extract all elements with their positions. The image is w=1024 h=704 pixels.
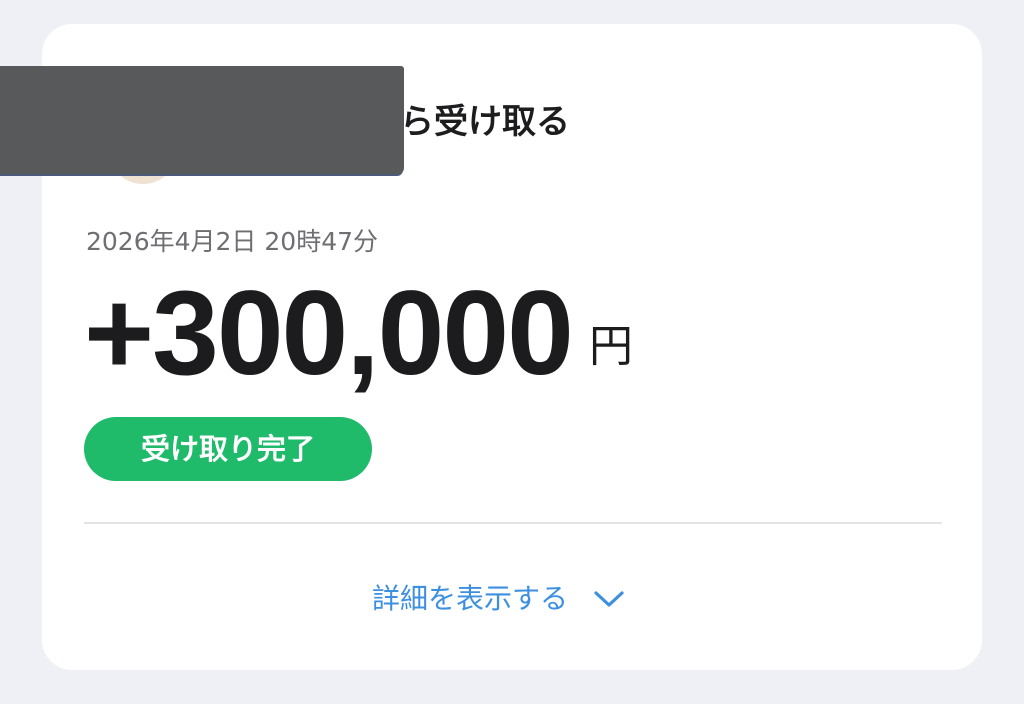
status-badge: 受け取り完了 — [84, 417, 372, 481]
show-details-button[interactable]: 詳細を表示する — [372, 576, 626, 622]
chevron-down-icon — [594, 591, 624, 607]
redaction-overlay — [0, 66, 404, 174]
transaction-title: ら受け取る — [400, 102, 570, 142]
show-details-label: 詳細を表示する — [372, 582, 569, 615]
divider — [84, 522, 942, 524]
transaction-datetime: 2026年4月2日 20時47分 — [86, 227, 379, 256]
amount-row: +300,000 円 — [84, 268, 633, 398]
currency-unit: 円 — [588, 321, 633, 372]
transaction-amount: +300,000 — [84, 266, 574, 400]
